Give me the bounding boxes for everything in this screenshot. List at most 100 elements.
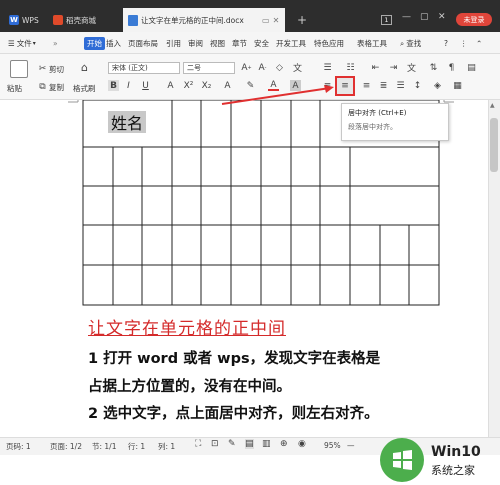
menu-sections[interactable]: 章节: [232, 37, 247, 50]
sort-icon[interactable]: ⇅: [428, 62, 439, 73]
status-line: 行: 1: [128, 442, 146, 451]
font-shrink-icon[interactable]: A-: [257, 62, 268, 73]
tab-label: 让文字在单元格的正中间.docx: [141, 15, 244, 25]
eye-protection-icon[interactable]: ◉: [298, 439, 306, 449]
document-heading: 让文字在单元格的正中间: [88, 319, 286, 339]
edit-icon[interactable]: ✎: [228, 439, 236, 449]
login-button[interactable]: 未登录: [456, 13, 492, 26]
zoom-out-icon[interactable]: —: [347, 441, 355, 450]
numbered-list-icon[interactable]: ☷: [345, 62, 356, 73]
tab-label: WPS: [22, 15, 39, 25]
cut-button[interactable]: 剪切: [49, 64, 64, 75]
bottom-margin: [0, 455, 500, 485]
read-view-icon[interactable]: ▥: [262, 439, 271, 449]
menu-review[interactable]: 审阅: [188, 37, 203, 50]
menu-developer[interactable]: 开发工具: [276, 37, 306, 50]
status-page: 页码: 1: [6, 442, 31, 451]
watermark-brand: Win10: [431, 444, 481, 460]
web-view-icon[interactable]: ⊕: [280, 439, 288, 449]
strikethrough-icon[interactable]: A: [165, 80, 176, 91]
minimize-icon[interactable]: —: [402, 12, 411, 22]
zoom-level[interactable]: 95%: [324, 441, 341, 450]
bullet-list-icon[interactable]: ☰: [322, 62, 333, 73]
help-icon[interactable]: ?: [444, 37, 448, 50]
search-box[interactable]: ⌕ 查找: [400, 37, 421, 50]
tab-docer[interactable]: 稻壳商城: [48, 8, 118, 32]
maximize-icon[interactable]: ▢: [420, 12, 429, 22]
styles-icon[interactable]: ▤: [466, 62, 477, 73]
menu-view[interactable]: 视图: [210, 37, 225, 50]
menu-references[interactable]: 引用: [166, 37, 181, 50]
focus-mode-icon[interactable]: ⛶: [195, 439, 201, 449]
format-painter-icon[interactable]: ⌂: [79, 61, 90, 74]
scissors-icon[interactable]: ✂: [37, 63, 48, 74]
page-view-icon[interactable]: ▤: [245, 439, 254, 449]
status-pages: 页面: 1/2: [50, 442, 82, 451]
show-marks-icon[interactable]: ¶: [446, 62, 457, 73]
monitor-icon[interactable]: ▭: [262, 16, 270, 25]
font-size-select[interactable]: 二号: [183, 62, 235, 74]
document-icon: [128, 14, 138, 26]
format-painter-button[interactable]: 格式刷: [73, 83, 96, 94]
font-grow-icon[interactable]: A +: [241, 62, 252, 73]
subscript-icon[interactable]: X₂: [201, 80, 212, 91]
chinese-layout-icon[interactable]: 文: [406, 62, 417, 74]
menu-features[interactable]: 特色应用: [314, 37, 344, 50]
decrease-indent-icon[interactable]: ⇤: [370, 62, 381, 73]
tab-document[interactable]: 让文字在单元格的正中间.docx ▭ ✕: [123, 8, 285, 32]
menu-start[interactable]: 开始: [84, 37, 105, 50]
paragraph-line-2: 占据上方位置的，没有在中间。: [88, 379, 291, 395]
menu-page-layout[interactable]: 页面布局: [128, 37, 158, 50]
more-icon[interactable]: ⋮: [460, 37, 468, 50]
hamburger-icon: ☰: [8, 39, 15, 48]
red-arrow-annotation: [221, 85, 334, 105]
menu-table-tools[interactable]: 表格工具: [357, 37, 387, 50]
underline-icon[interactable]: U: [140, 80, 151, 91]
tab-label: 稻壳商城: [66, 15, 96, 25]
distribute-icon[interactable]: ☰: [395, 80, 406, 91]
align-center-tooltip: 居中对齐 (Ctrl+E) 段落居中对齐。: [341, 103, 449, 141]
close-window-icon[interactable]: ✕: [438, 12, 446, 22]
scrollbar-thumb[interactable]: [490, 118, 498, 172]
watermark-site: 系统之家: [431, 464, 475, 477]
italic-icon[interactable]: I: [123, 80, 134, 91]
menu-security[interactable]: 安全: [254, 37, 269, 50]
status-section: 节: 1/1: [92, 442, 117, 451]
search-icon: ⌕: [400, 38, 405, 48]
copy-icon[interactable]: ⧉: [37, 81, 48, 92]
scroll-up-icon[interactable]: ▲: [490, 102, 495, 109]
toolbar-chevron-icon[interactable]: »: [53, 37, 58, 50]
tooltip-description: 段落居中对齐。: [348, 123, 397, 131]
spellcheck-icon[interactable]: ⊡: [211, 439, 219, 449]
superscript-icon[interactable]: X²: [183, 80, 194, 91]
paste-button[interactable]: 粘贴: [7, 83, 22, 94]
windows-logo-icon: [380, 438, 424, 482]
wps-logo-icon: W: [9, 15, 19, 25]
chevron-down-icon: ▾: [32, 40, 36, 47]
clear-format-icon[interactable]: ◇: [274, 62, 285, 73]
tab-wps[interactable]: W WPS: [4, 8, 44, 32]
close-tab-icon[interactable]: ✕: [273, 16, 280, 25]
copy-button[interactable]: 复制: [49, 82, 64, 93]
page-badge[interactable]: 1: [381, 15, 392, 25]
menu-file[interactable]: ☰ 文件 ▾: [8, 37, 36, 50]
paragraph-line-1: 1 打开 word 或者 wps，发现文字在表格是: [88, 351, 381, 367]
font-name-select[interactable]: 宋体 (正文): [108, 62, 180, 74]
paragraph-line-3: 2 选中文字，点上面居中对齐，则左右对齐。: [88, 406, 379, 422]
status-column: 列: 1: [158, 442, 176, 451]
menu-insert[interactable]: 插入: [106, 37, 121, 50]
line-spacing-icon[interactable]: ↕: [412, 80, 423, 91]
pinyin-icon[interactable]: 文: [292, 62, 303, 74]
docer-logo-icon: [53, 15, 63, 25]
increase-indent-icon[interactable]: ⇥: [388, 62, 399, 73]
bold-icon[interactable]: B: [108, 80, 119, 91]
align-right-icon[interactable]: ≡: [361, 80, 372, 91]
menu-bar: [0, 32, 500, 54]
shading-icon[interactable]: ◈: [432, 80, 443, 91]
border-icon[interactable]: ▦: [452, 80, 463, 91]
paste-icon[interactable]: [10, 60, 28, 78]
new-tab-icon[interactable]: +: [297, 13, 307, 27]
selected-cell-text[interactable]: 姓名: [108, 111, 147, 133]
collapse-ribbon-icon[interactable]: ⌃: [476, 37, 482, 50]
justify-icon[interactable]: ≣: [378, 80, 389, 91]
